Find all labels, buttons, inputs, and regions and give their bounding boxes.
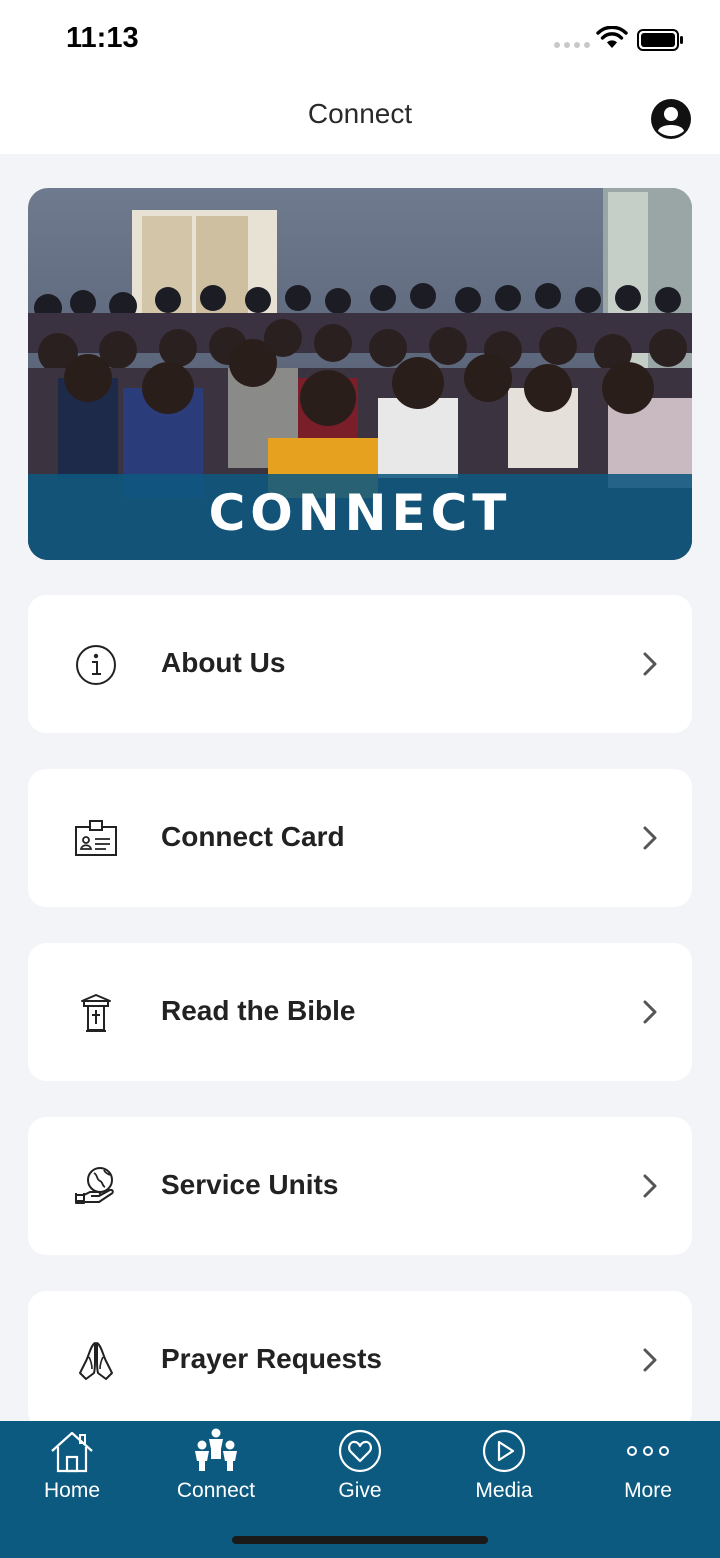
tab-media[interactable]: Media — [432, 1421, 576, 1521]
menu-item-connect-card[interactable]: Connect Card — [28, 769, 692, 907]
status-bar: 11:13 — [0, 0, 720, 78]
info-icon — [76, 645, 116, 685]
profile-icon[interactable] — [650, 98, 692, 140]
menu-item-about-us[interactable]: About Us — [28, 595, 692, 733]
tab-label: Give — [338, 1479, 382, 1502]
menu-item-label: Prayer Requests — [161, 1343, 383, 1374]
play-circle-icon — [482, 1429, 526, 1473]
menu-item-read-the-bible[interactable]: Read the Bible — [28, 943, 692, 1081]
bottom-tab-bar: Home Connect Give Media More — [0, 1421, 720, 1558]
tab-give[interactable]: Give — [288, 1421, 432, 1521]
menu-item-label: Service Units — [161, 1169, 339, 1200]
menu-item-label: About Us — [161, 647, 286, 678]
id-card-icon — [75, 820, 117, 856]
menu-item-service-units[interactable]: Service Units — [28, 1117, 692, 1255]
screen: 11:13 Connect CONNECT About Us Connect C… — [0, 0, 720, 1558]
nav-header: Connect — [0, 78, 720, 154]
tab-more[interactable]: More — [576, 1421, 720, 1521]
chevron-right-icon — [643, 826, 657, 850]
tab-label: Connect — [176, 1479, 256, 1502]
people-icon — [195, 1428, 237, 1471]
home-indicator — [232, 1536, 488, 1544]
wifi-icon — [596, 26, 628, 48]
praying-hands-icon — [79, 1342, 113, 1380]
tab-home[interactable]: Home — [0, 1421, 144, 1521]
home-icon — [51, 1431, 93, 1473]
menu-item-prayer-requests[interactable]: Prayer Requests — [28, 1291, 692, 1429]
tab-label: More — [624, 1479, 672, 1502]
tab-label: Media — [475, 1479, 533, 1502]
banner-title: CONNECT — [208, 484, 512, 542]
status-time: 11:13 — [66, 22, 139, 54]
tab-label: Home — [43, 1479, 101, 1502]
more-dots-icon — [627, 1446, 669, 1456]
menu-item-label: Read the Bible — [161, 995, 356, 1026]
globe-in-hand-icon — [75, 1167, 114, 1204]
battery-icon — [637, 29, 683, 51]
chevron-right-icon — [643, 1174, 657, 1198]
cellular-signal-icon — [554, 42, 590, 48]
chevron-right-icon — [643, 652, 657, 676]
connect-banner[interactable]: CONNECT — [28, 188, 692, 560]
chevron-right-icon — [643, 1000, 657, 1024]
chevron-right-icon — [643, 1348, 657, 1372]
menu-item-label: Connect Card — [161, 821, 345, 852]
tab-connect[interactable]: Connect — [144, 1421, 288, 1521]
heart-circle-icon — [338, 1429, 382, 1473]
page-title: Connect — [307, 98, 413, 129]
bible-stand-icon — [81, 994, 111, 1032]
